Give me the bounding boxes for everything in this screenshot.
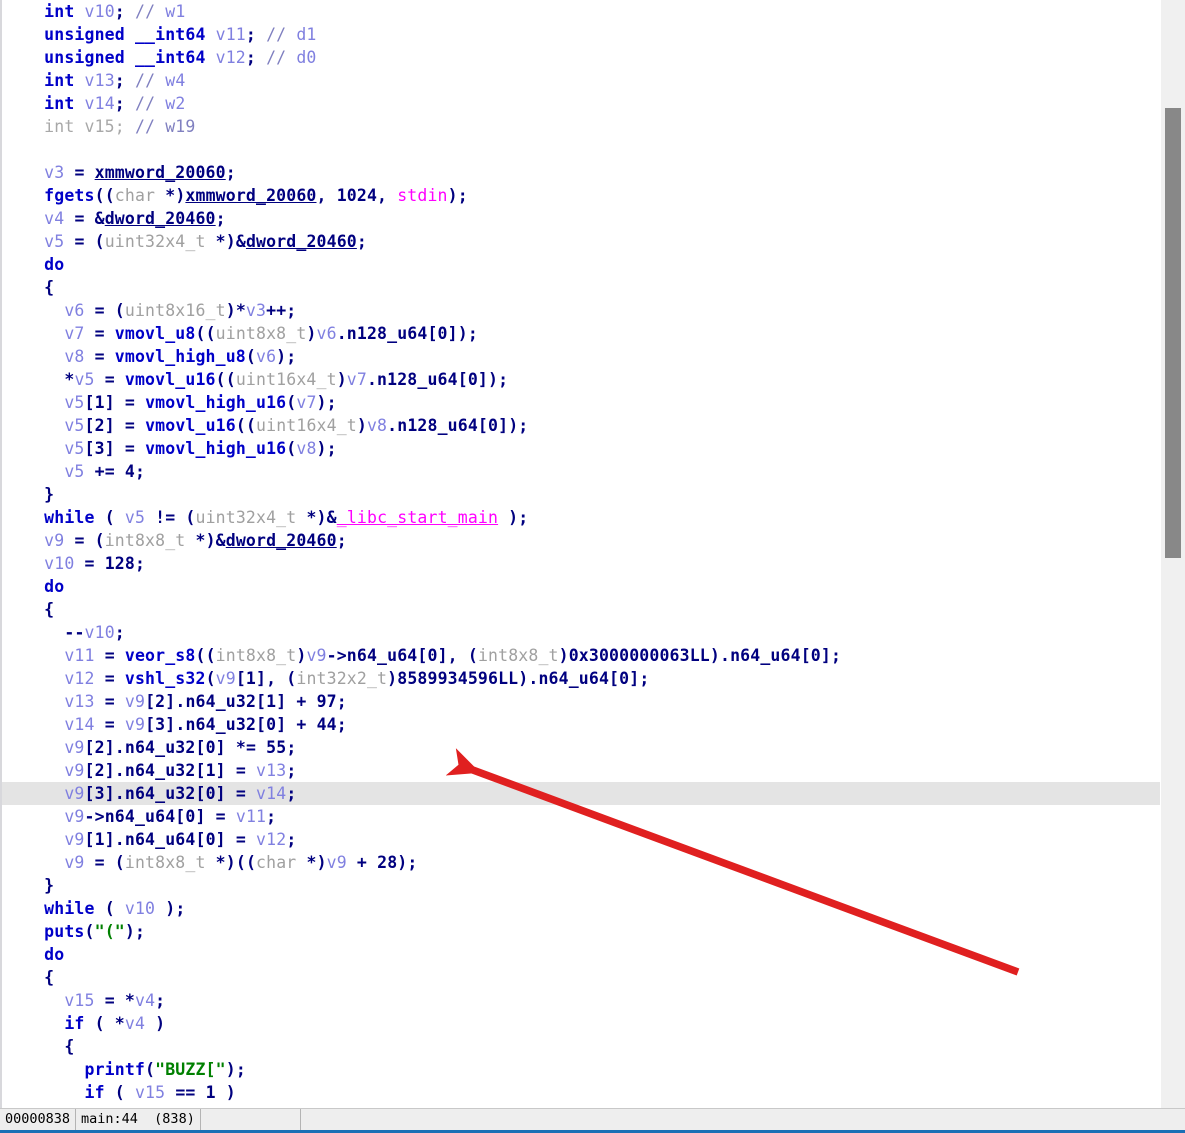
code-line[interactable]: } bbox=[2, 874, 1160, 897]
code-line[interactable]: v15 = *v4; bbox=[2, 989, 1160, 1012]
code-line[interactable]: { bbox=[2, 966, 1160, 989]
code-line[interactable]: v9[2].n64_u32[1] = v13; bbox=[2, 759, 1160, 782]
code-line[interactable]: v5[1] = vmovl_high_u16(v7); bbox=[2, 391, 1160, 414]
code-line[interactable]: { bbox=[2, 276, 1160, 299]
code-line[interactable]: while ( v5 != (uint32x4_t *)&_libc_start… bbox=[2, 506, 1160, 529]
code-line[interactable]: { bbox=[2, 1035, 1160, 1058]
code-line[interactable]: v3 = xmmword_20060; bbox=[2, 161, 1160, 184]
code-line[interactable]: v9[3].n64_u32[0] = v14; bbox=[2, 782, 1160, 805]
status-address: 00000838 bbox=[0, 1109, 77, 1130]
code-line[interactable]: v13 = v9[2].n64_u32[1] + 97; bbox=[2, 690, 1160, 713]
code-line[interactable]: v5 += 4; bbox=[2, 460, 1160, 483]
status-location: main:44 (838) bbox=[76, 1109, 201, 1130]
code-line[interactable]: unsigned __int64 v11; // d1 bbox=[2, 23, 1160, 46]
code-line[interactable]: do bbox=[2, 943, 1160, 966]
code-line[interactable]: v9[2].n64_u32[0] *= 55; bbox=[2, 736, 1160, 759]
code-line[interactable]: v4 = &dword_20460; bbox=[2, 207, 1160, 230]
code-line[interactable]: v9 = (int8x8_t *)&dword_20460; bbox=[2, 529, 1160, 552]
code-line[interactable]: do bbox=[2, 575, 1160, 598]
ida-pseudocode-window: int v10; // w1 unsigned __int64 v11; // … bbox=[0, 0, 1185, 1133]
code-line[interactable]: printf("BUZZ["); bbox=[2, 1058, 1160, 1081]
code-line[interactable]: int v15; // w19 bbox=[2, 115, 1160, 138]
code-line-list: int v10; // w1 unsigned __int64 v11; // … bbox=[2, 0, 1160, 1104]
code-line[interactable]: } bbox=[2, 483, 1160, 506]
code-line[interactable]: v5 = (uint32x4_t *)&dword_20460; bbox=[2, 230, 1160, 253]
code-line[interactable]: v8 = vmovl_high_u8(v6); bbox=[2, 345, 1160, 368]
vertical-scrollbar[interactable] bbox=[1160, 0, 1185, 1108]
code-line[interactable]: v9[1].n64_u64[0] = v12; bbox=[2, 828, 1160, 851]
code-line[interactable] bbox=[2, 138, 1160, 161]
code-line[interactable]: v11 = veor_s8((int8x8_t)v9->n64_u64[0], … bbox=[2, 644, 1160, 667]
status-extra-cell bbox=[201, 1109, 301, 1130]
code-line[interactable]: int v14; // w2 bbox=[2, 92, 1160, 115]
code-line[interactable]: puts("("); bbox=[2, 920, 1160, 943]
code-line[interactable]: int v10; // w1 bbox=[2, 0, 1160, 23]
code-line[interactable]: *v5 = vmovl_u16((uint16x4_t)v7.n128_u64[… bbox=[2, 368, 1160, 391]
code-line[interactable]: v9 = (int8x8_t *)((char *)v9 + 28); bbox=[2, 851, 1160, 874]
pseudocode-text-area[interactable]: int v10; // w1 unsigned __int64 v11; // … bbox=[0, 0, 1160, 1108]
code-line[interactable]: { bbox=[2, 598, 1160, 621]
code-line[interactable]: unsigned __int64 v12; // d0 bbox=[2, 46, 1160, 69]
code-line[interactable]: --v10; bbox=[2, 621, 1160, 644]
code-line[interactable]: if ( v15 == 1 ) bbox=[2, 1081, 1160, 1104]
code-line[interactable]: v12 = vshl_s32(v9[1], (int32x2_t)8589934… bbox=[2, 667, 1160, 690]
code-line[interactable]: if ( *v4 ) bbox=[2, 1012, 1160, 1035]
code-line[interactable]: v5[2] = vmovl_u16((uint16x4_t)v8.n128_u6… bbox=[2, 414, 1160, 437]
code-line[interactable]: v6 = (uint8x16_t)*v3++; bbox=[2, 299, 1160, 322]
code-line[interactable]: fgets((char *)xmmword_20060, 1024, stdin… bbox=[2, 184, 1160, 207]
code-line[interactable]: v7 = vmovl_u8((uint8x8_t)v6.n128_u64[0])… bbox=[2, 322, 1160, 345]
code-line[interactable]: while ( v10 ); bbox=[2, 897, 1160, 920]
vertical-scrollbar-thumb[interactable] bbox=[1165, 108, 1181, 558]
code-line[interactable]: v10 = 128; bbox=[2, 552, 1160, 575]
code-line[interactable]: v14 = v9[3].n64_u32[0] + 44; bbox=[2, 713, 1160, 736]
code-line[interactable]: v9->n64_u64[0] = v11; bbox=[2, 805, 1160, 828]
code-line[interactable]: do bbox=[2, 253, 1160, 276]
code-line[interactable]: int v13; // w4 bbox=[2, 69, 1160, 92]
code-line[interactable]: v5[3] = vmovl_high_u16(v8); bbox=[2, 437, 1160, 460]
status-bar: 00000838 main:44 (838) bbox=[0, 1108, 1185, 1133]
